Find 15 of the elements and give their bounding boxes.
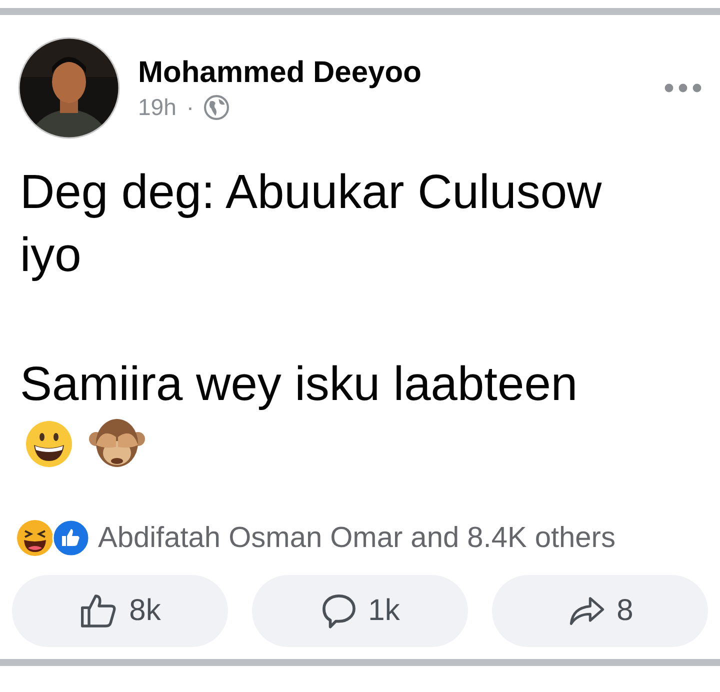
laughing-reaction-icon: [16, 519, 54, 557]
reactions-summary[interactable]: Abdifatah Osman Omar and 8.4K others: [98, 522, 616, 554]
comment-button[interactable]: 1k: [252, 575, 468, 647]
separator-dot: ·: [186, 94, 194, 120]
like-reaction-icon: [52, 519, 90, 557]
globe-icon: [204, 94, 230, 120]
author-name[interactable]: Mohammed Deeyoo: [138, 56, 646, 90]
post-text: Samiira wey isku laabteen: [20, 358, 578, 411]
grinning-face-icon: [24, 419, 74, 469]
speech-bubble-icon: [320, 592, 358, 630]
like-button[interactable]: 8k: [12, 575, 228, 647]
more-icon[interactable]: [664, 83, 702, 93]
post-text: Deg deg: Abuukar Culusow iyo: [20, 166, 602, 282]
monkey-icon: [88, 417, 146, 469]
share-button[interactable]: 8: [492, 575, 708, 647]
